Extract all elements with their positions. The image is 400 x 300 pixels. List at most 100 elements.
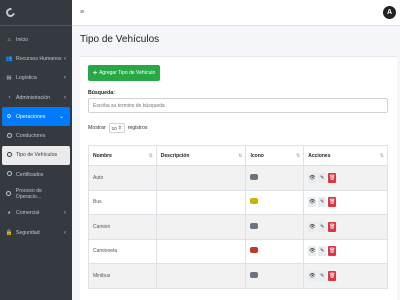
- table-row: Camion 👁 ✎ 🗑: [88, 214, 388, 240]
- sidebar-item-certificados[interactable]: Certificados: [0, 165, 72, 184]
- cell-descripcion: [155, 189, 247, 215]
- view-icon[interactable]: 👁: [308, 270, 317, 281]
- sidebar-item-seguridad[interactable]: 🔒 Seguridad ‹: [0, 223, 72, 242]
- vehicle-icon: [250, 222, 259, 229]
- cell-descripcion: [155, 238, 247, 264]
- cell-icono: [245, 238, 305, 264]
- view-icon[interactable]: 👁: [308, 197, 317, 208]
- lock-icon: 🔒: [5, 229, 13, 236]
- view-icon[interactable]: 👁: [308, 172, 317, 183]
- cell-descripcion: [155, 214, 247, 240]
- edit-icon[interactable]: ✎: [318, 221, 327, 232]
- avatar[interactable]: A: [383, 6, 396, 19]
- cell-nombre: Camion: [88, 214, 157, 240]
- delete-icon[interactable]: 🗑: [328, 172, 337, 183]
- column-header-descripcion[interactable]: Descripción ⇅: [155, 145, 247, 166]
- sidebar-item-conductores[interactable]: Conductores: [0, 126, 72, 145]
- cell-icono: [245, 263, 305, 289]
- table-row: Minibus 👁 ✎ 🗑: [88, 263, 388, 289]
- cell-nombre: Camioneta: [88, 238, 157, 264]
- circle-icon: [5, 171, 13, 178]
- edit-icon[interactable]: ✎: [318, 197, 327, 208]
- table-header-row: Nombre ⇅ Descripción ⇅ Icono ⇅ Acciones ⇅: [88, 145, 388, 166]
- chevron-left-icon: ‹: [64, 210, 66, 217]
- circle-icon: [5, 190, 13, 198]
- vehicle-icon: [250, 271, 259, 278]
- cell-nombre: Auto: [88, 165, 157, 191]
- sidebar-item-label: Conductores: [16, 133, 46, 140]
- delete-icon[interactable]: 🗑: [328, 197, 337, 208]
- cell-icono: [245, 214, 305, 240]
- sort-icon: ⇅: [238, 152, 243, 159]
- vehicle-icon: [250, 247, 259, 254]
- add-vehicle-type-button[interactable]: + Agregar Tipo de Vehículo: [88, 65, 161, 81]
- sidebar-item-label: Operaciones: [16, 113, 46, 120]
- view-icon[interactable]: 👁: [308, 221, 317, 232]
- circle-icon: [5, 151, 13, 159]
- sidebar-item-comercial[interactable]: ◕ Comercial ‹: [0, 204, 72, 223]
- sidebar-item-label: Recursos Humanos: [16, 55, 62, 62]
- sidebar-item-proceso-de-operacion[interactable]: Proceso de Operacio...: [0, 184, 72, 203]
- sidebar-item-tipo-de-vehiculos[interactable]: Tipo de Vehículos: [2, 145, 70, 166]
- topbar: ≡ A: [72, 0, 400, 26]
- users-icon: 👥: [5, 55, 13, 62]
- sidebar-item-label: Certificados: [16, 171, 44, 178]
- main-content: Tipo de Vehículos + Agregar Tipo de Vehí…: [72, 26, 400, 300]
- chevron-left-icon: ‹: [64, 75, 66, 82]
- chevron-left-icon: ‹: [64, 55, 66, 62]
- page-length-value: 10: [111, 125, 117, 131]
- cell-descripcion: [155, 165, 247, 191]
- chevron-left-icon: ‹: [64, 229, 66, 236]
- vehicle-icon: [250, 173, 259, 180]
- add-button-label: Agregar Tipo de Vehículo: [99, 70, 156, 76]
- sidebar-item-logistica[interactable]: ▤ Logística ‹: [0, 69, 72, 88]
- cell-acciones: 👁 ✎ 🗑: [303, 263, 388, 289]
- sidebar: ⌂ Inicio 👥 Recursos Humanos ‹ ▤ Logístic…: [0, 0, 72, 300]
- sidebar-item-recursos-humanos[interactable]: 👥 Recursos Humanos ‹: [0, 49, 72, 68]
- sidebar-item-label: Administración: [16, 94, 51, 101]
- cell-nombre: Bus: [88, 189, 157, 215]
- edit-icon[interactable]: ✎: [318, 172, 327, 183]
- sidebar-item-inicio[interactable]: ⌂ Inicio: [0, 30, 72, 49]
- search-input[interactable]: [88, 98, 388, 113]
- view-icon[interactable]: 👁: [308, 246, 317, 257]
- sidebar-item-label: Inicio: [16, 36, 29, 43]
- page-length-control: Mostrar 10 ⇕ registros: [88, 123, 148, 133]
- brand[interactable]: [0, 0, 72, 26]
- content-card: + Agregar Tipo de Vehículo Búsqueda: Mos…: [80, 56, 397, 300]
- delete-icon[interactable]: 🗑: [328, 221, 337, 232]
- sidebar-item-operaciones[interactable]: ⚙ Operaciones ⌄: [2, 107, 70, 127]
- cell-acciones: 👁 ✎ 🗑: [303, 238, 388, 264]
- delete-icon[interactable]: 🗑: [328, 246, 337, 257]
- circle-icon: [5, 132, 13, 140]
- column-header-nombre[interactable]: Nombre ⇅: [88, 145, 157, 166]
- hamburger-menu-icon[interactable]: ≡: [80, 9, 84, 16]
- chevron-down-icon: ⌄: [58, 114, 64, 121]
- sidebar-item-label: Logística: [16, 75, 37, 82]
- cell-descripcion: [155, 263, 247, 289]
- gear-icon: ⚙: [6, 113, 12, 120]
- header-label: Descripción: [160, 152, 190, 159]
- edit-icon[interactable]: ✎: [318, 246, 327, 257]
- sort-icon: ⇅: [296, 152, 301, 159]
- sidebar-item-label: Seguridad: [16, 229, 40, 236]
- vehicle-types-table: Nombre ⇅ Descripción ⇅ Icono ⇅ Acciones ⇅ Au…: [88, 145, 388, 289]
- delete-icon[interactable]: 🗑: [328, 270, 337, 281]
- cell-icono: [245, 189, 305, 215]
- cell-acciones: 👁 ✎ 🗑: [303, 165, 388, 191]
- page-length-select[interactable]: 10 ⇕: [108, 123, 125, 133]
- header-label: Nombre: [93, 152, 112, 159]
- cell-icono: [245, 165, 305, 191]
- length-prefix: Mostrar: [88, 125, 106, 131]
- chevron-left-icon: ‹: [64, 94, 66, 101]
- sidebar-item-administracion[interactable]: ◔ Administración ‹: [0, 88, 72, 107]
- sidebar-item-label: Comercial: [16, 210, 40, 217]
- table-row: Auto 👁 ✎ 🗑: [88, 165, 388, 191]
- sort-icon: ⇅: [148, 152, 153, 159]
- vehicle-icon: [250, 198, 259, 205]
- sort-icon: ⇅: [379, 152, 384, 159]
- column-header-icono[interactable]: Icono ⇅: [245, 145, 305, 166]
- edit-icon[interactable]: ✎: [318, 270, 327, 281]
- column-header-acciones[interactable]: Acciones ⇅: [303, 145, 388, 166]
- plus-icon: +: [93, 69, 98, 77]
